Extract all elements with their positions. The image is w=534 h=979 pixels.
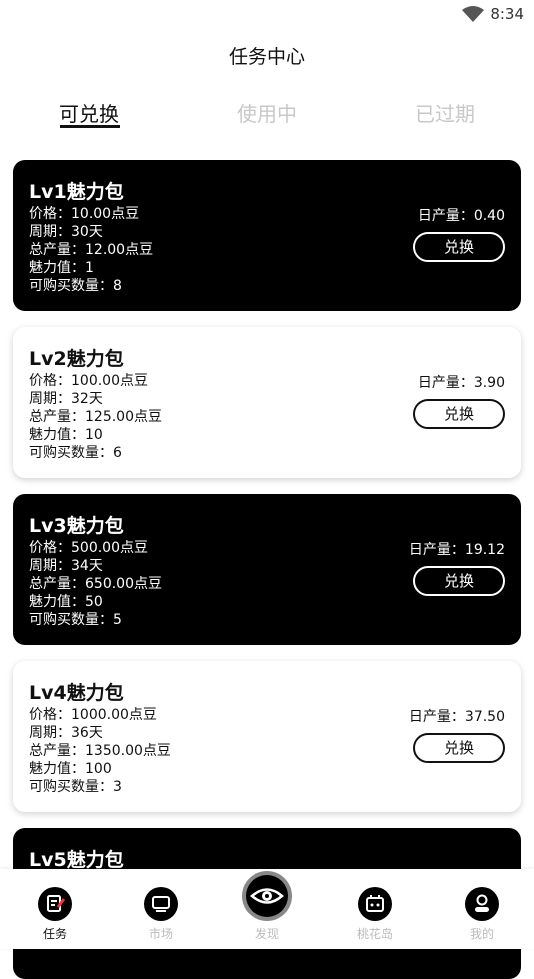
island-icon — [358, 887, 392, 921]
tab-in-use[interactable]: 使用中 — [207, 98, 327, 127]
package-card-lv4: Lv4魅力包 价格：1000.00点豆 周期：36天 总产量：1350.00点豆… — [13, 661, 521, 812]
active-tab-indicator — [60, 125, 120, 128]
nav-label: 市场 — [148, 927, 173, 941]
exchange-button[interactable]: 兑换 — [413, 232, 505, 262]
bottom-nav: 任务 市场 发现 桃花岛 我的 — [0, 869, 534, 949]
profile-icon — [465, 887, 499, 921]
card-right-panel: 日产量：19.12 兑换 — [385, 540, 505, 596]
card-right-panel: 日产量：0.40 兑换 — [385, 206, 505, 262]
page-title: 任务中心 — [228, 46, 305, 68]
nav-label: 发现 — [254, 927, 279, 941]
card-right-panel: 日产量：37.50 兑换 — [385, 707, 505, 763]
card-daily-output: 日产量：0.40 — [417, 208, 505, 224]
nav-label: 桃花岛 — [356, 927, 393, 941]
nav-item-task[interactable]: 任务 — [15, 887, 95, 942]
card-title: Lv2魅力包 — [29, 348, 124, 370]
exchange-button[interactable]: 兑换 — [413, 733, 505, 763]
status-time: 8:34 — [490, 5, 524, 23]
exchange-button[interactable]: 兑换 — [413, 566, 505, 596]
exchange-button[interactable]: 兑换 — [413, 399, 505, 429]
card-quantity: 可购买数量：3 — [29, 779, 122, 795]
nav-item-island[interactable]: 桃花岛 — [335, 887, 415, 942]
card-daily-output: 日产量：3.90 — [417, 375, 505, 391]
card-title: Lv1魅力包 — [29, 181, 124, 203]
card-quantity: 可购买数量：5 — [29, 612, 122, 628]
nav-label: 我的 — [469, 927, 494, 941]
card-title: Lv4魅力包 — [29, 682, 124, 704]
card-daily-output: 日产量：19.12 — [408, 542, 505, 558]
card-daily-output: 日产量：37.50 — [408, 709, 505, 725]
nav-item-discover[interactable]: 发现 — [227, 871, 307, 942]
package-card-lv2: Lv2魅力包 价格：100.00点豆 周期：32天 总产量：125.00点豆 魅… — [13, 327, 521, 478]
package-card-lv3: Lv3魅力包 价格：500.00点豆 周期：34天 总产量：650.00点豆 魅… — [13, 494, 521, 645]
tab-expired[interactable]: 已过期 — [385, 98, 505, 127]
nav-label: 任务 — [42, 927, 67, 941]
card-title: Lv3魅力包 — [29, 515, 124, 537]
status-bar: 8:34 — [0, 0, 534, 30]
package-card-lv1: Lv1魅力包 价格：10.00点豆 周期：30天 总产量：12.00点豆 魅力值… — [13, 160, 521, 311]
market-icon — [144, 887, 178, 921]
task-icon — [38, 887, 72, 921]
wifi-icon — [462, 6, 484, 22]
card-quantity: 可购买数量：6 — [29, 445, 122, 461]
eye-icon — [242, 871, 292, 921]
nav-item-market[interactable]: 市场 — [121, 887, 201, 942]
nav-item-profile[interactable]: 我的 — [442, 887, 522, 942]
card-right-panel: 日产量：3.90 兑换 — [385, 373, 505, 429]
tab-exchangeable[interactable]: 可兑换 — [29, 98, 149, 127]
card-quantity: 可购买数量：8 — [29, 278, 122, 294]
